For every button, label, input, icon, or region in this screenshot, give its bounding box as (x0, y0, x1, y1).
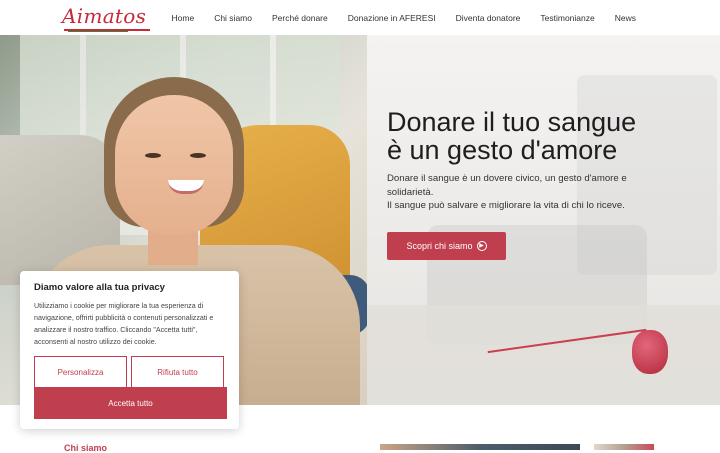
hero-description-line-2: Il sangue può salvare e migliorare la vi… (387, 200, 625, 211)
section-image (380, 444, 580, 450)
hero-title-line-2: è un gesto d'amore (387, 135, 618, 165)
main-nav: Home Chi siamo Perché donare Donazione i… (172, 0, 637, 35)
cookie-consent-panel: Diamo valore alla tua privacy Utilizziam… (20, 271, 239, 429)
nav-item-chi-siamo[interactable]: Chi siamo (214, 13, 252, 23)
site-header: Aimatos Home Chi siamo Perché donare Don… (0, 0, 720, 35)
cookie-text: Utilizziamo i cookie per migliorare la t… (34, 302, 214, 346)
nav-item-news[interactable]: News (615, 13, 636, 23)
logo-text: Aimatos (62, 4, 147, 28)
accept-all-button[interactable]: Accetta tutto (34, 387, 227, 419)
nav-item-diventa-donatore[interactable]: Diventa donatore (456, 13, 521, 23)
hero-description: Donare il sangue è un dovere civico, un … (387, 172, 657, 213)
discover-about-us-button[interactable]: Scopri chi siamo ▶ (387, 232, 506, 260)
logo-underline-green (68, 31, 128, 32)
eye (145, 153, 161, 158)
cookie-title: Diamo valore alla tua privacy (34, 282, 165, 293)
eye (190, 153, 206, 158)
hero-photo-equipment (367, 35, 720, 405)
reject-all-button[interactable]: Rifiuta tutto (131, 356, 224, 388)
nav-item-testimonianze[interactable]: Testimonianze (540, 13, 594, 23)
discover-button-label: Scopri chi siamo (406, 241, 473, 251)
section-image (594, 444, 654, 450)
blood-bag (632, 330, 668, 374)
hero-title: Donare il tuo sangue è un gesto d'amore (387, 108, 687, 164)
nav-item-perche-donare[interactable]: Perché donare (272, 13, 328, 23)
logo[interactable]: Aimatos (62, 4, 152, 32)
hero-description-line-1: Donare il sangue è un dovere civico, un … (387, 173, 627, 198)
arrow-circle-right-icon: ▶ (476, 241, 487, 251)
nav-item-home[interactable]: Home (172, 13, 195, 23)
hero-title-line-1: Donare il tuo sangue (387, 107, 637, 137)
nav-item-donazione-aferesi[interactable]: Donazione in AFERESI (348, 13, 436, 23)
section-label-chi-siamo: Chi siamo (64, 443, 108, 453)
face (115, 95, 233, 235)
customize-button[interactable]: Personalizza (34, 356, 127, 388)
